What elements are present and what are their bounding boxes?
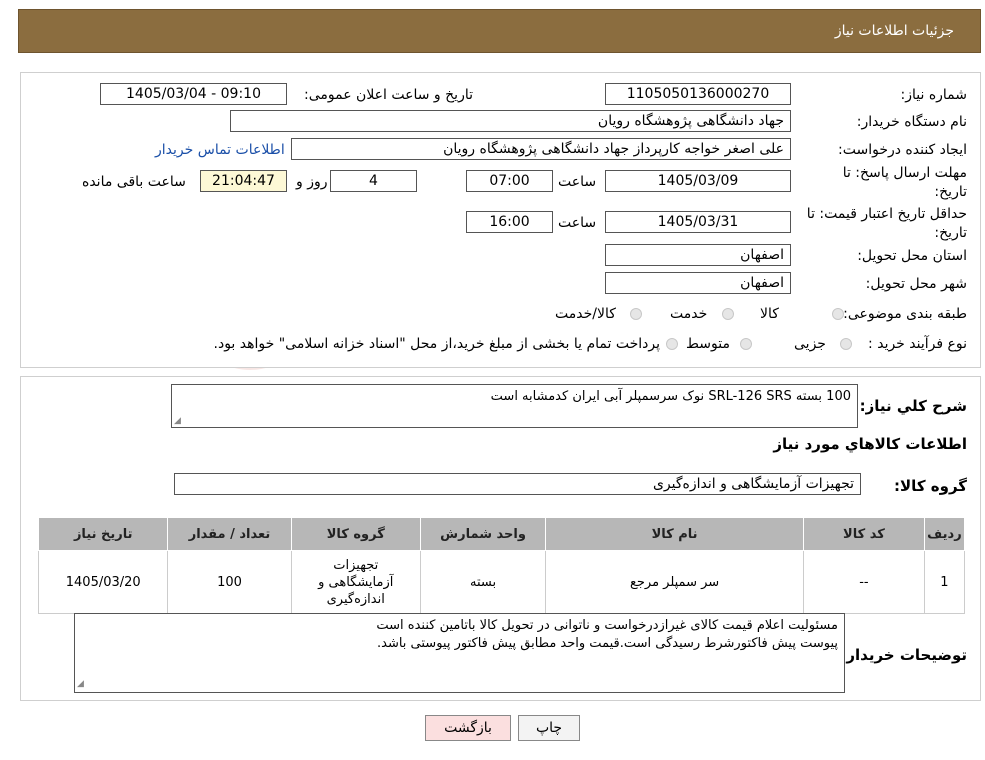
category-radio-goods-service[interactable] xyxy=(630,308,642,320)
purchase-radio-medium[interactable] xyxy=(740,338,752,350)
notes-resize-handle-icon[interactable]: ◢ xyxy=(77,679,84,689)
resize-handle-icon[interactable]: ◢ xyxy=(174,416,181,426)
table-row: 1 -- سر سمپلر مرجع بسته تجهیزات آزمایشگا… xyxy=(37,550,966,614)
purchase-note: پرداخت تمام یا بخشی از مبلغ خرید،از محل … xyxy=(213,336,660,352)
need-number-label: شماره نیاز: xyxy=(900,87,968,103)
days-field: 4 xyxy=(330,170,417,192)
purchase-type-label: نوع فرآیند خرید : xyxy=(868,336,967,352)
col-unit: واحد شمارش xyxy=(419,517,547,551)
creator-label: ایجاد کننده درخواست: xyxy=(838,142,967,158)
cell-row: 1 xyxy=(923,550,966,614)
category-option-service: خدمت xyxy=(670,306,708,322)
print-button[interactable]: چاپ xyxy=(518,715,580,741)
cell-qty: 100 xyxy=(167,550,292,614)
announce-label: تاریخ و ساعت اعلان عمومی: xyxy=(304,87,473,103)
cell-name: سر سمپلر مرجع xyxy=(545,550,804,614)
buyer-notes-textarea: مسئولیت اعلام قیمت کالای غیرازدرخواست و … xyxy=(74,613,845,693)
validity-label-1: حداقل تاریخ اعتبار قیمت: تا xyxy=(806,206,967,222)
buyer-contact-link[interactable]: اطلاعات تماس خریدار xyxy=(155,142,285,158)
buyer-org-field: جهاد دانشگاهی پژوهشگاه رویان xyxy=(230,110,791,132)
col-row: ردیف xyxy=(923,517,966,551)
deadline-date-field: 1405/03/09 xyxy=(605,170,791,192)
cell-code: -- xyxy=(802,550,925,614)
deadline-time-label: ساعت xyxy=(558,174,597,190)
col-qty: تعداد / مقدار xyxy=(167,517,292,551)
need-number-field: 1105050136000270 xyxy=(605,83,791,105)
province-label: استان محل تحویل: xyxy=(857,248,967,264)
goods-group-field: تجهیزات آزمایشگاهی و اندازه‌گیری xyxy=(174,473,861,495)
days-label: روز و xyxy=(296,174,328,190)
goods-group-label: گروه کالا: xyxy=(894,477,967,495)
purchase-option-partial: جزیی xyxy=(794,336,826,352)
cell-group: تجهیزات آزمایشگاهی و اندازه‌گیری xyxy=(290,550,421,614)
summary-label: شرح کلي نياز: xyxy=(859,397,967,415)
category-option-goods-service: کالا/خدمت xyxy=(555,306,616,322)
col-name: نام کالا xyxy=(545,517,804,551)
back-button[interactable]: بازگشت xyxy=(425,715,511,741)
page-header: جزئیات اطلاعات نیاز xyxy=(18,9,981,53)
validity-time-field: 16:00 xyxy=(466,211,553,233)
category-label: طبقه بندی موضوعی: xyxy=(843,306,967,322)
table-header-row: ردیف کد کالا نام کالا واحد شمارش گروه کا… xyxy=(37,517,966,551)
deadline-time-field: 07:00 xyxy=(466,170,553,192)
buyer-notes-label: توضیحات خریدار: xyxy=(840,646,967,664)
validity-date-field: 1405/03/31 xyxy=(605,211,791,233)
remaining-time-label: ساعت باقی مانده xyxy=(82,174,186,190)
page-title: جزئیات اطلاعات نیاز xyxy=(834,23,954,39)
buyer-org-label: نام دستگاه خریدار: xyxy=(856,114,967,130)
deadline-label-1: مهلت ارسال پاسخ: تا xyxy=(842,165,967,181)
validity-time-label: ساعت xyxy=(558,215,597,231)
creator-field: علی اصغر خواجه کارپرداز جهاد دانشگاهی پژ… xyxy=(291,138,791,160)
announce-field: 1405/03/04 - 09:10 xyxy=(100,83,287,105)
province-field: اصفهان xyxy=(605,244,791,266)
purchase-radio-treasury[interactable] xyxy=(666,338,678,350)
col-group: گروه کالا xyxy=(290,517,421,551)
col-date: تاریخ نیاز xyxy=(37,517,169,551)
purchase-radio-partial[interactable] xyxy=(840,338,852,350)
cell-unit: بسته xyxy=(419,550,547,614)
category-radio-service[interactable] xyxy=(722,308,734,320)
remaining-time-field: 21:04:47 xyxy=(200,170,287,192)
cell-date: 1405/03/20 xyxy=(37,550,169,614)
summary-textarea: 100 بسته SRL-126 SRS نوک سرسمپلر آبی ایر… xyxy=(171,384,858,428)
buyer-notes-line-2: پیوست پیش فاکتورشرط رسیدگی است.قیمت واحد… xyxy=(376,636,838,651)
goods-info-title: اطلاعات کالاهاي مورد نياز xyxy=(773,435,967,453)
validity-label-2: تاریخ: xyxy=(934,225,967,241)
city-label: شهر محل تحویل: xyxy=(865,276,967,292)
purchase-option-medium: متوسط xyxy=(686,336,730,352)
col-code: کد کالا xyxy=(802,517,925,551)
summary-text: 100 بسته SRL-126 SRS نوک سرسمپلر آبی ایر… xyxy=(490,389,851,404)
buyer-notes-line-1: مسئولیت اعلام قیمت کالای غیرازدرخواست و … xyxy=(376,618,838,633)
category-radio-goods[interactable] xyxy=(832,308,844,320)
category-option-goods: کالا xyxy=(760,306,779,322)
city-field: اصفهان xyxy=(605,272,791,294)
goods-table: ردیف کد کالا نام کالا واحد شمارش گروه کا… xyxy=(37,517,966,614)
deadline-label-2: تاریخ: xyxy=(934,184,967,200)
